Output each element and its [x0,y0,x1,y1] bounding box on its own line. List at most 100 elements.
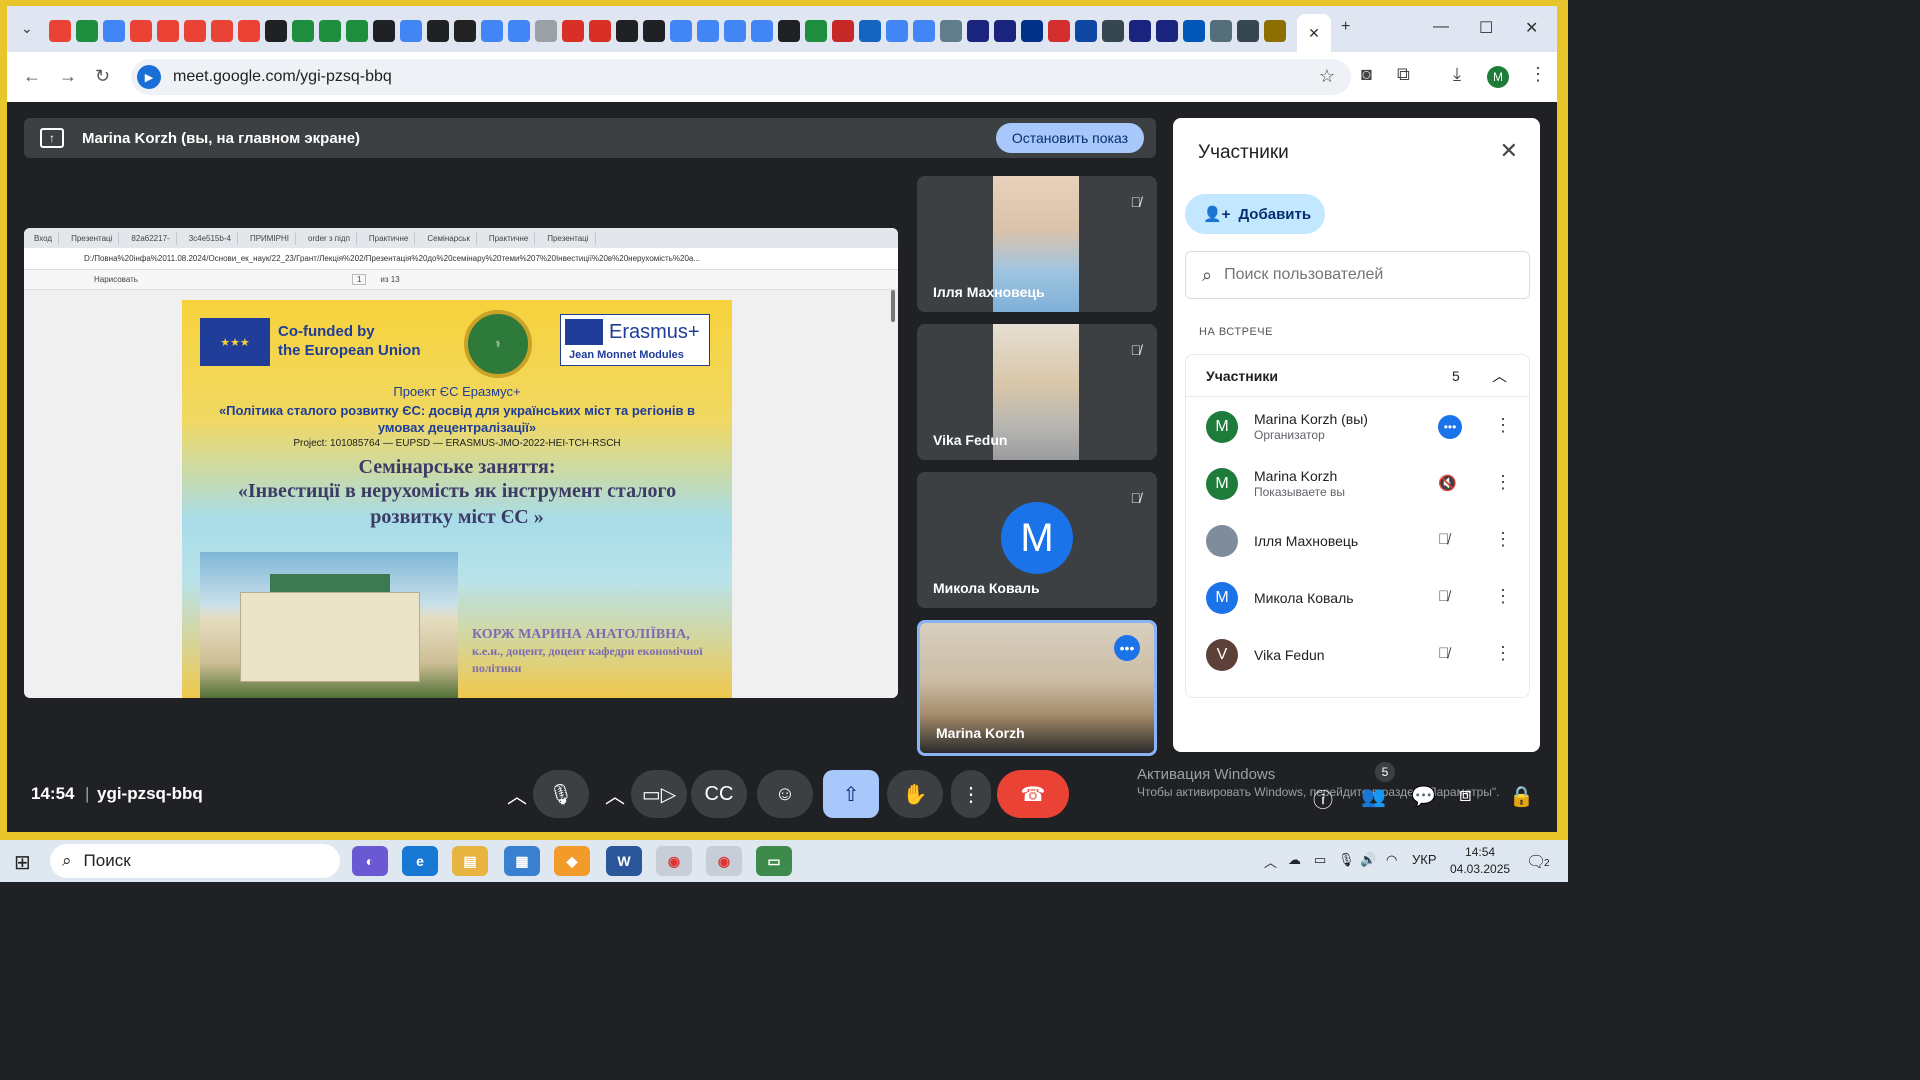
participant-row[interactable]: M Marina Korzh Показываете вы 🔇 ⋮ [1186,456,1529,512]
google-tab-icon[interactable] [886,20,908,42]
stop-presenting-button[interactable]: Остановить показ [995,123,1144,153]
extensions-icon[interactable]: ⧉ [1397,64,1410,85]
captions-button[interactable]: CC [691,770,747,818]
people-icon[interactable]: 👥 [1361,784,1386,809]
docs-tab-icon[interactable] [481,20,503,42]
video-options-chevron-icon[interactable]: ︿ [595,770,635,818]
book-tab-icon[interactable] [427,20,449,42]
openai-tab-icon[interactable] [454,20,476,42]
participant-row[interactable]: V Vika Fedun 🎙̸ ⋮ [1186,627,1529,683]
browser-app-icon[interactable]: ◆ [554,846,590,876]
active-tab[interactable]: ✕ [1297,14,1331,52]
book-tab-icon[interactable] [643,20,665,42]
book-tab-icon[interactable] [373,20,395,42]
window-close-icon[interactable]: ✕ [1525,18,1538,38]
mic-off-icon[interactable]: 🎙̸ [1438,645,1449,662]
tab-search-chevron-icon[interactable]: ⌄ [21,20,33,37]
chat-icon[interactable]: 💬 [1411,784,1436,809]
new-tab-icon[interactable]: + [1341,18,1350,36]
participant-tile-self[interactable]: ••• Marina Korzh [917,620,1157,756]
volume-off-icon[interactable]: 🔇 [1438,474,1457,492]
docs-tab-icon[interactable] [751,20,773,42]
battery-icon[interactable]: ▭ [1314,852,1326,868]
remote-desktop-icon[interactable]: ▭ [756,846,792,876]
drive-tab-icon[interactable] [76,20,98,42]
store-icon[interactable]: ▦ [504,846,540,876]
mic-tray-icon[interactable]: 🎙 [1338,852,1355,868]
gmail-tab-icon[interactable] [184,20,206,42]
ukraine-tab-icon[interactable] [1183,20,1205,42]
host-controls-icon[interactable]: 🔒 [1509,784,1534,809]
circle-tab-icon[interactable] [1129,20,1151,42]
forward-icon[interactable]: → [59,66,77,87]
microphone-button[interactable]: 🎙 [533,770,589,818]
add-people-button[interactable]: 👤+ Добавить [1185,194,1325,234]
participant-tile[interactable]: 🎙̸ Vika Fedun [917,324,1157,460]
participant-tile[interactable]: 🎙̸ Ілля Махновець [917,176,1157,312]
help-tab-icon[interactable] [535,20,557,42]
drive-tab-icon[interactable] [319,20,341,42]
person-tab-icon[interactable] [1237,20,1259,42]
bookmark-star-icon[interactable]: ☆ [1319,66,1335,87]
participant-row[interactable]: M Микола Коваль 🎙̸ ⋮ [1186,570,1529,626]
more-vert-icon[interactable]: ⋮ [1494,472,1512,493]
browser-menu-icon[interactable]: ⋮ [1529,64,1547,85]
meeting-info-icon[interactable]: ⓘ [1313,784,1333,813]
volume-icon[interactable]: 🔊 [1360,852,1376,868]
more-vert-icon[interactable]: ⋮ [1494,643,1512,664]
search-input[interactable] [1224,266,1505,284]
profile-avatar[interactable]: M [1487,66,1509,88]
person-tab-icon[interactable] [1102,20,1124,42]
gmail-tab-icon[interactable] [49,20,71,42]
google-tab-icon[interactable] [670,20,692,42]
circle-tab-icon[interactable] [994,20,1016,42]
participant-row[interactable]: M Marina Korzh (вы) Организатор ••• ⋮ [1186,399,1529,455]
more-vert-icon[interactable]: ⋮ [1494,529,1512,550]
mic-off-icon[interactable]: 🎙̸ [1438,531,1449,548]
input-language[interactable]: УКР [1412,852,1437,867]
paypal-tab-icon[interactable] [1021,20,1043,42]
cloud-icon[interactable]: ☁ [1288,852,1301,868]
chrome-icon[interactable]: ◉ [656,846,692,876]
heart-tab-icon[interactable] [589,20,611,42]
chrome-icon[interactable]: ◉ [706,846,742,876]
close-tab-icon[interactable]: ✕ [1308,25,1320,42]
wifi-icon[interactable]: ◠ [1386,852,1397,868]
file-explorer-icon[interactable]: ▤ [452,846,488,876]
linkedin-tab-icon[interactable] [1264,20,1286,42]
drive-tab-icon[interactable] [292,20,314,42]
book-tab-icon[interactable] [616,20,638,42]
google-tab-icon[interactable] [697,20,719,42]
present-button[interactable]: ⇧ [823,770,879,818]
reactions-button[interactable]: ☺ [757,770,813,818]
circle-tab-icon[interactable] [1156,20,1178,42]
drive-tab-icon[interactable] [346,20,368,42]
tray-chevron-icon[interactable]: ︿ [1264,852,1277,871]
close-panel-icon[interactable]: ✕ [1500,138,1518,164]
docs-tab-icon[interactable] [400,20,422,42]
google-tab-icon[interactable] [913,20,935,42]
info-tab-icon[interactable] [940,20,962,42]
pdf-scrollbar[interactable] [891,290,895,322]
download-icon[interactable]: ⤓ [1453,64,1461,85]
book-tab-icon[interactable] [265,20,287,42]
copilot-icon[interactable]: ◐ [352,846,388,876]
taskbar-search[interactable]: ⌕ Поиск [50,844,340,878]
globe-tab-icon[interactable] [1210,20,1232,42]
minimize-icon[interactable]: — [1433,18,1449,36]
reload-icon[interactable]: ↻ [95,66,110,87]
more-options-icon[interactable]: ••• [1114,635,1140,661]
trident-tab-icon[interactable] [859,20,881,42]
group-header[interactable]: Участники 5 ︿ [1186,355,1529,397]
more-vert-icon[interactable]: ⋮ [1494,586,1512,607]
camera-button[interactable]: ▭▷ [631,770,687,818]
edge-icon[interactable]: e [402,846,438,876]
gmail-tab-icon[interactable] [157,20,179,42]
audio-options-chevron-icon[interactable]: ︿ [497,770,537,818]
flag-tab-icon[interactable] [832,20,854,42]
gmail-tab-icon[interactable] [211,20,233,42]
google-tab-icon[interactable] [508,20,530,42]
circle-tab-icon[interactable] [967,20,989,42]
back-icon[interactable]: ← [23,66,41,87]
url-text[interactable]: meet.google.com/ygi-pzsq-bbq [173,68,392,86]
